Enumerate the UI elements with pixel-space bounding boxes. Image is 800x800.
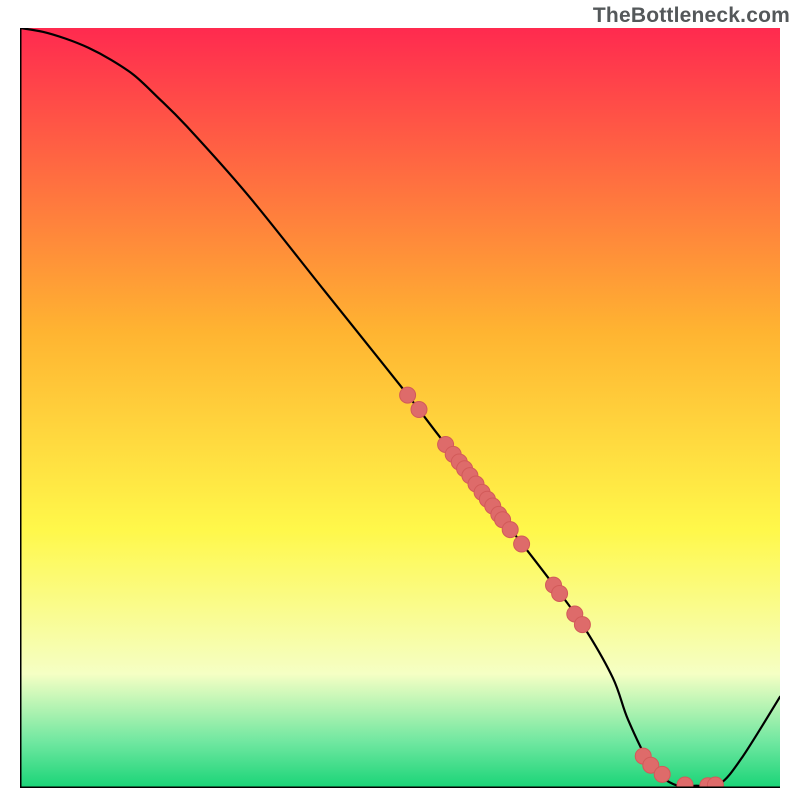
data-point — [514, 536, 530, 552]
data-point — [574, 617, 590, 633]
data-point — [707, 777, 723, 788]
data-point — [552, 585, 568, 601]
data-point — [411, 402, 427, 418]
heat-gradient-background — [20, 28, 780, 788]
data-point — [654, 766, 670, 782]
data-point — [502, 522, 518, 538]
data-point — [400, 387, 416, 403]
data-point — [677, 777, 693, 788]
chart-container: TheBottleneck.com — [0, 0, 800, 800]
plot-area — [20, 28, 780, 788]
watermark-text: TheBottleneck.com — [593, 4, 790, 28]
chart-svg — [20, 28, 780, 788]
